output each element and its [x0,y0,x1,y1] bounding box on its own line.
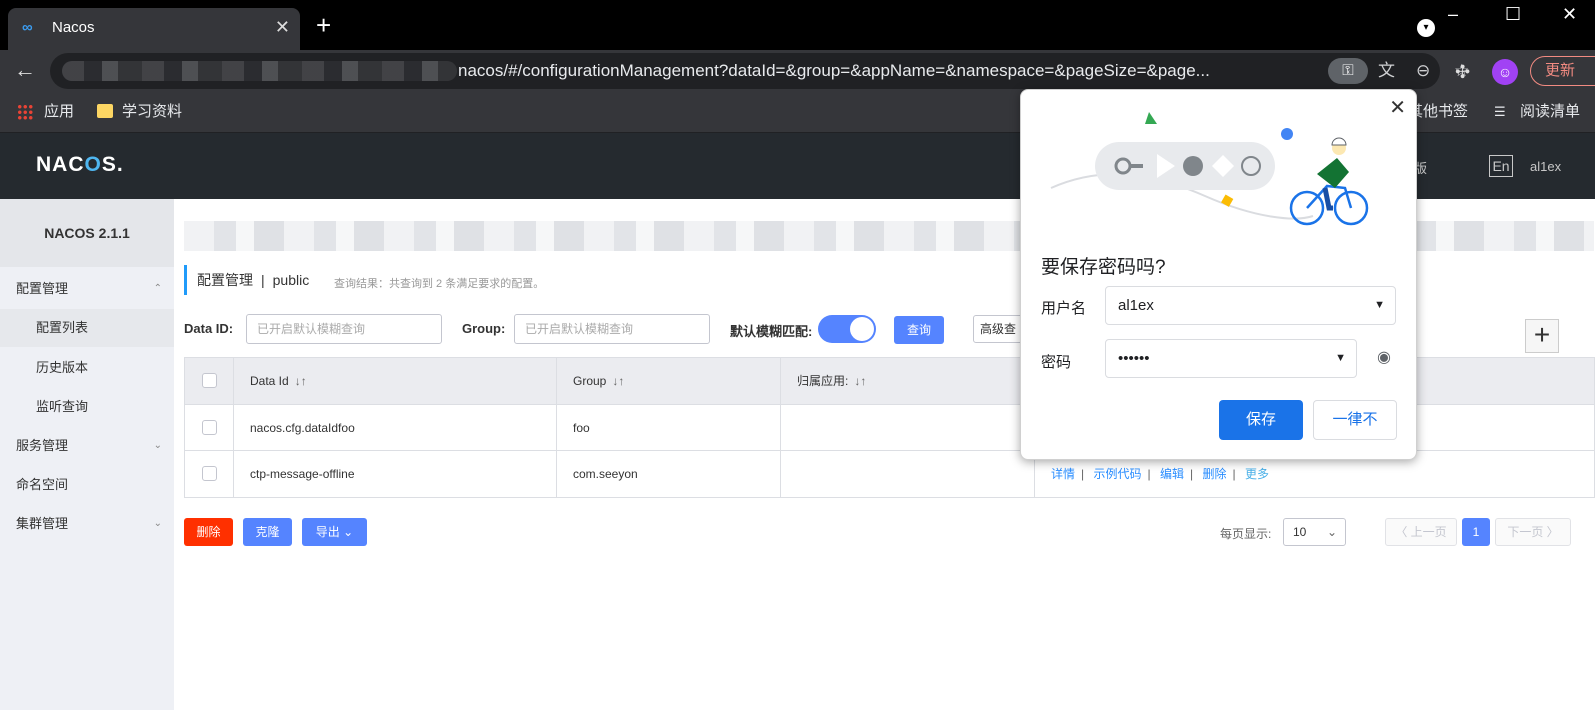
chevron-down-icon: ⌄ [1326,525,1337,539]
maximize-icon[interactable]: ☐ [1505,2,1521,26]
row-group: foo [557,405,781,450]
row-dataid: nacos.cfg.dataIdfoo [234,405,557,450]
reading-list-icon[interactable]: ☰ [1494,103,1506,121]
page-size-label: 每页显示: [1220,527,1272,541]
row-checkbox[interactable] [202,420,217,435]
row-group: com.seeyon [557,451,781,497]
row-checkbox[interactable] [202,466,217,481]
op-delete-link[interactable]: 删除 [1202,467,1226,481]
save-password-dialog: ✕ 要保存密码吗? 用户名 al1ex ▼ 密码 •••••• ▼ ◉ 保存 一… [1020,89,1417,460]
delete-button[interactable]: 删除 [184,518,233,546]
nacos-logo[interactable]: NACOS. [36,153,124,177]
chevron-down-icon: ⌄ [343,525,354,539]
export-button[interactable]: 导出 ⌄ [302,518,367,546]
url-text: nacos/#/configurationManagement?dataId=&… [458,61,1210,80]
select-all-checkbox[interactable] [202,373,217,388]
tab-search-icon[interactable]: ▾ [1417,19,1435,37]
header-username[interactable]: al1ex [1530,159,1561,174]
col-group[interactable]: Group ↓↑ [557,358,781,404]
sort-icon: ↓↑ [854,374,867,388]
col-app[interactable]: 归属应用: ↓↑ [781,358,1035,404]
close-icon[interactable]: ✕ [1389,98,1406,118]
bookmark-apps[interactable]: 应用 [44,103,74,121]
language-toggle[interactable]: En [1489,155,1513,177]
row-app [781,451,1035,497]
never-button[interactable]: 一律不 [1313,400,1397,440]
version-label: NACOS 2.1.1 [0,199,174,267]
bookmark-other[interactable]: 其他书签 [1408,103,1468,121]
row-dataid: ctp-message-offline [234,451,557,497]
sidebar-item-cluster[interactable]: 集群管理 ⌄ [0,505,174,543]
fuzzy-label: 默认模糊匹配: [730,324,813,339]
caret-down-icon: ▼ [1335,352,1346,364]
tab-title: Nacos [52,19,95,36]
col-dataid[interactable]: Data Id ↓↑ [234,358,557,404]
avatar-icon[interactable]: ☺ [1492,59,1518,85]
close-icon[interactable]: ✕ [275,17,290,37]
new-tab-button[interactable]: + [316,12,331,38]
password-illustration [1050,112,1369,226]
caret-down-icon: ▼ [1374,299,1385,311]
dialog-title: 要保存密码吗? [1041,257,1166,278]
browser-toolbar: ← nacos/#/configurationManagement?dataId… [0,50,1595,92]
current-page[interactable]: 1 [1462,518,1490,546]
password-select[interactable]: •••••• ▼ [1105,339,1357,378]
chevron-up-icon: ⌃ [153,283,162,294]
namespace-name: public [272,272,310,288]
username-select[interactable]: al1ex ▼ [1105,286,1396,325]
result-info: 查询结果：共查询到 2 条满足要求的配置。 [334,278,545,290]
sidebar-item-history[interactable]: 历史版本 [0,349,174,387]
folder-icon [97,104,113,118]
browser-tab[interactable]: ∞ Nacos ✕ [8,8,300,50]
sort-icon: ↓↑ [294,374,307,388]
eye-icon[interactable]: ◉ [1377,350,1399,366]
save-button[interactable]: 保存 [1219,400,1303,440]
translate-icon[interactable]: 文 [1378,60,1395,82]
username-label: 用户名 [1041,300,1087,317]
zoom-out-icon[interactable]: ⊖ [1416,60,1430,82]
dataid-label: Data ID: [184,321,234,336]
key-icon[interactable]: ⚿ [1328,58,1368,84]
op-sample-code-link[interactable]: 示例代码 [1093,467,1141,481]
sort-icon: ↓↑ [612,374,625,388]
op-edit-link[interactable]: 编辑 [1160,467,1184,481]
url-blurred-host [62,61,457,81]
row-app [781,405,1035,450]
advanced-query-button[interactable]: 高级查 [973,315,1023,343]
page-size-select[interactable]: 10 ⌄ [1283,518,1346,546]
sidebar-item-config-list[interactable]: 配置列表 [0,309,174,347]
password-label: 密码 [1041,354,1072,371]
bookmark-reading-list[interactable]: 阅读清单 [1520,103,1580,121]
nacos-infinity-icon: ∞ [22,19,33,36]
prev-page-button[interactable]: 〈 上一页 [1385,518,1457,546]
toggle-knob [850,317,874,341]
group-input[interactable]: 已开启默认模糊查询 [514,314,710,344]
address-bar[interactable]: nacos/#/configurationManagement?dataId=&… [50,53,1469,89]
op-more-link[interactable]: 更多 [1245,467,1269,481]
sidebar-item-namespace[interactable]: 命名空间 [0,466,174,504]
page-title: 配置管理 | public [184,265,309,295]
dataid-input[interactable]: 已开启默认模糊查询 [246,314,442,344]
group-label: Group: [462,321,506,336]
clone-button[interactable]: 克隆 [243,518,292,546]
apps-grid-icon [17,104,33,120]
minimize-icon[interactable]: – [1448,2,1458,26]
fuzzy-toggle[interactable] [818,315,876,343]
window-close-icon[interactable]: ✕ [1562,2,1577,26]
sidebar: NACOS 2.1.1 配置管理 ⌃ 配置列表 历史版本 监听查询 服务管理 ⌄ 命… [0,199,174,710]
chevron-down-icon: ⌄ [153,440,162,451]
next-page-button[interactable]: 下一页 〉 [1495,518,1571,546]
sidebar-item-listener[interactable]: 监听查询 [0,388,174,426]
sidebar-item-service-management[interactable]: 服务管理 ⌄ [0,427,174,465]
puzzle-icon[interactable]: ✣ [1455,61,1470,83]
browser-tab-strip: ∞ Nacos ✕ + ▾ – ☐ ✕ [0,0,1595,50]
update-button[interactable]: 更新 [1530,56,1595,86]
bookmark-study[interactable]: 学习资料 [122,103,182,121]
sidebar-item-config-management[interactable]: 配置管理 ⌃ [0,270,174,308]
query-button[interactable]: 查询 [894,316,944,344]
back-arrow-icon[interactable]: ← [14,58,36,82]
op-detail-link[interactable]: 详情 [1051,467,1075,481]
add-config-button[interactable]: + [1525,319,1559,353]
chevron-down-icon: ⌄ [153,518,162,529]
